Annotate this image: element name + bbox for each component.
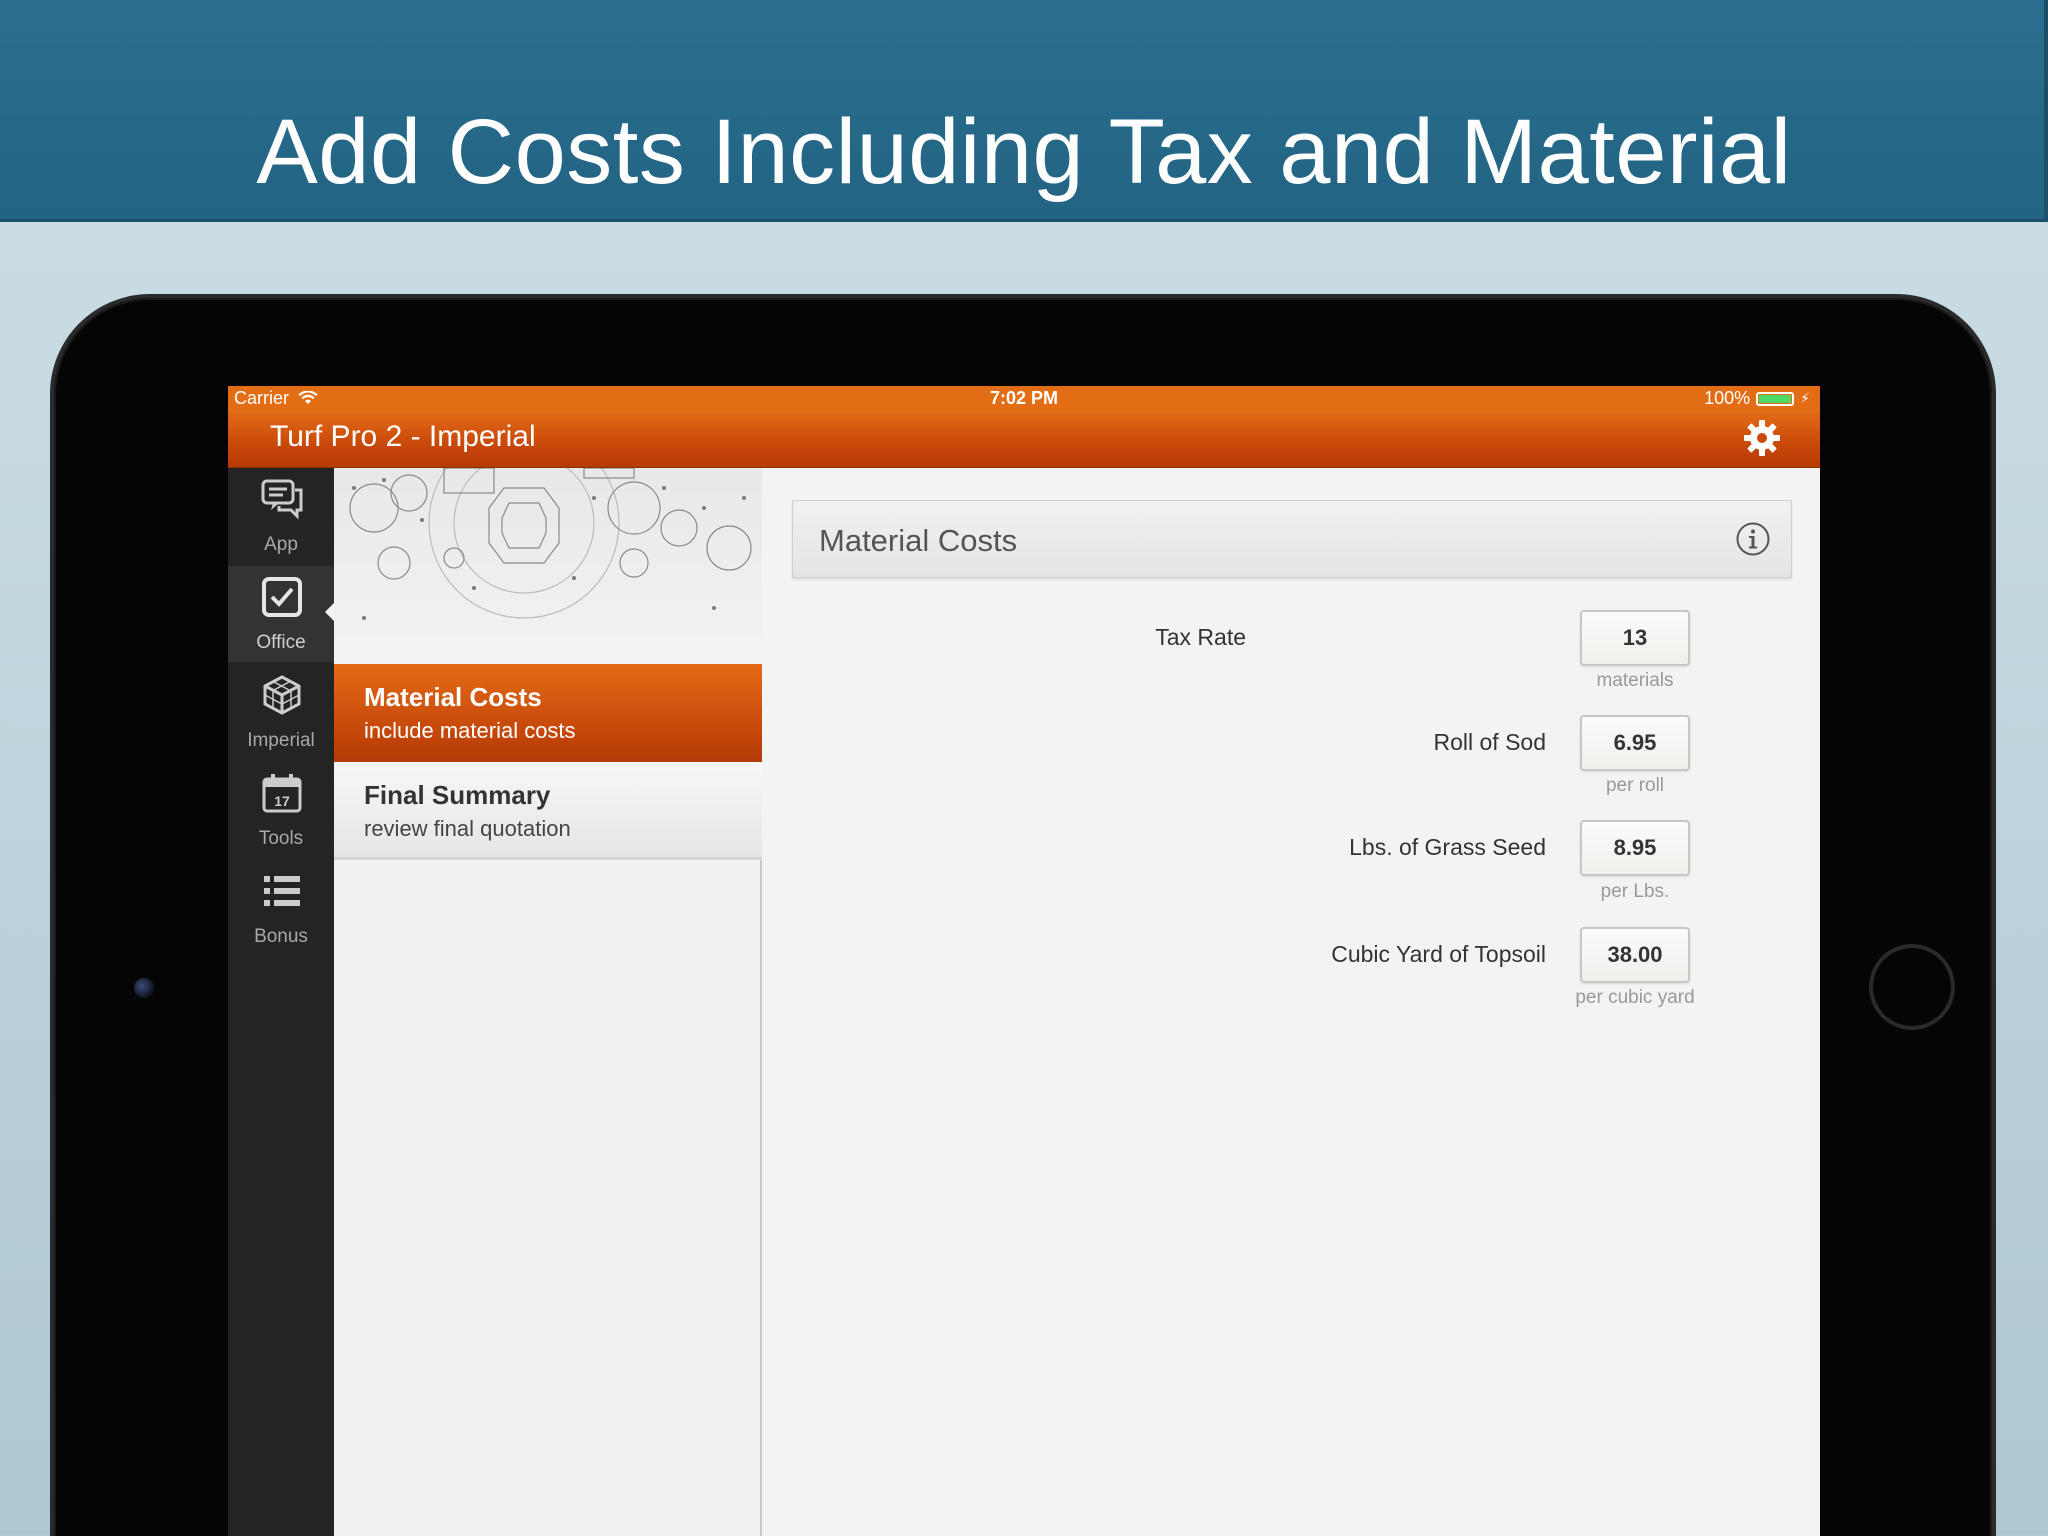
master-list: Material Costs include material costs Fi…: [334, 468, 762, 1536]
sidebar-item-tools[interactable]: 17 Tools: [228, 762, 334, 858]
topsoil-label: Cubic Yard of Topsoil: [1331, 941, 1546, 967]
cell-title: Material Costs: [364, 682, 542, 712]
grass-seed-unit: per Lbs.: [1600, 881, 1670, 902]
sidebar-item-app[interactable]: App: [228, 468, 334, 564]
banner-edge: [2044, 0, 2048, 222]
topsoil-field[interactable]: 38.00: [1580, 927, 1690, 983]
detail-pane: Material Costs Tax Rate 13 materials Rol…: [762, 468, 1820, 1536]
list-icon: [264, 876, 300, 906]
sidebar-item-imperial[interactable]: Imperial: [228, 664, 334, 760]
tax-rate-field[interactable]: 13: [1580, 610, 1690, 666]
banner-headline: Add Costs Including Tax and Material: [256, 101, 1792, 203]
home-button[interactable]: [1869, 944, 1955, 1030]
status-bar: Carrier 7:02 PM 100% ⚡: [228, 386, 1820, 410]
sidebar-item-label: App: [264, 534, 298, 555]
grass-seed-label: Lbs. of Grass Seed: [1349, 834, 1546, 860]
camera-icon: [134, 978, 154, 998]
calendar-day: 17: [274, 793, 290, 809]
status-time: 7:02 PM: [989, 388, 1059, 408]
cell-subtitle: review final quotation: [364, 816, 571, 841]
app-screen: Carrier 7:02 PM 100% ⚡ Turf Pro 2 - Impe…: [228, 386, 1820, 1536]
cell-subtitle: include material costs: [364, 718, 576, 743]
calendar-icon: 17: [262, 774, 302, 813]
charging-icon: ⚡: [1800, 390, 1810, 406]
sidebar-item-office[interactable]: Office: [228, 566, 335, 662]
grass-seed-field[interactable]: 8.95: [1580, 820, 1690, 876]
section-header: Material Costs: [792, 500, 1792, 578]
section-title: Material Costs: [819, 523, 1018, 558]
checkbox-icon: [262, 577, 302, 617]
sidebar-item-label: Office: [256, 632, 306, 653]
app-title: Turf Pro 2 - Imperial: [270, 420, 536, 453]
landscape-plan-illustration: [349, 468, 752, 620]
chat-bubbles-icon: [261, 479, 303, 520]
list-item-material-costs[interactable]: Material Costs include material costs: [334, 664, 762, 762]
cell-title: Final Summary: [364, 780, 551, 810]
sidebar-item-bonus[interactable]: Bonus: [228, 860, 334, 956]
gear-icon[interactable]: [1742, 418, 1782, 458]
battery-icon: [1756, 391, 1795, 406]
battery-percent: 100%: [1704, 388, 1751, 408]
roll-of-sod-label: Roll of Sod: [1433, 729, 1546, 755]
tax-rate-label: Tax Rate: [1155, 624, 1246, 650]
list-item-final-summary[interactable]: Final Summary review final quotation: [334, 762, 762, 860]
blueprint-image: [334, 468, 762, 664]
roll-of-sod-field[interactable]: 6.95: [1580, 715, 1690, 771]
sidebar-item-label: Bonus: [254, 926, 308, 947]
roll-of-sod-unit: per roll: [1605, 775, 1665, 796]
cube-icon: [263, 675, 301, 715]
topsoil-unit: per cubic yard: [1575, 987, 1695, 1008]
battery-indicator: 100% ⚡: [1704, 388, 1810, 409]
tax-rate-unit: materials: [1596, 670, 1674, 691]
sidebar-item-label: Tools: [258, 828, 304, 849]
sidebar-item-label: Imperial: [247, 730, 315, 751]
info-icon[interactable]: [1735, 521, 1771, 557]
navigation-bar: Turf Pro 2 - Imperial: [228, 410, 1820, 468]
promo-banner: Add Costs Including Tax and Material: [0, 0, 2048, 222]
tab-sidebar: App Office Imperial 17 Tools Bonus: [228, 468, 335, 1536]
